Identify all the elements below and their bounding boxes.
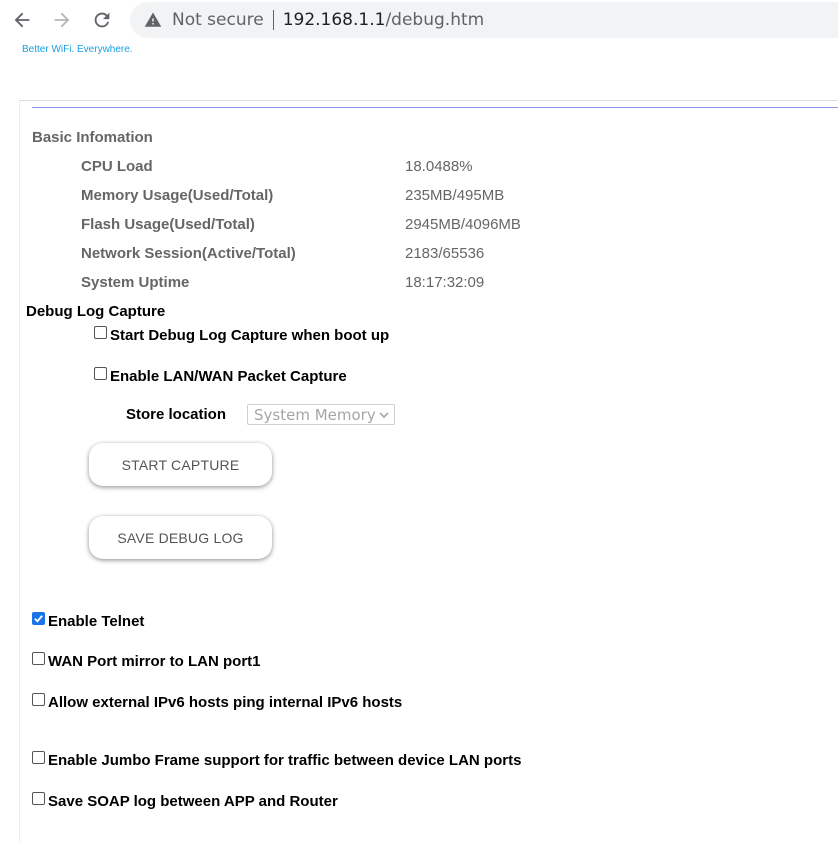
soap-log-option[interactable]: Save SOAP log between APP and Router bbox=[32, 792, 338, 810]
packet-capture-label: Enable LAN/WAN Packet Capture bbox=[110, 368, 347, 385]
address-bar[interactable]: Not secure 192.168.1.1/debug.htm bbox=[130, 2, 838, 38]
wan-port-mirror-checkbox[interactable] bbox=[32, 652, 45, 665]
enable-telnet-option[interactable]: Enable Telnet bbox=[32, 612, 145, 630]
back-button[interactable] bbox=[8, 6, 36, 34]
frame-border bbox=[19, 100, 20, 842]
memory-usage-label: Memory Usage(Used/Total) bbox=[81, 187, 274, 204]
soap-log-checkbox[interactable] bbox=[32, 792, 45, 805]
check-icon bbox=[34, 615, 43, 623]
jumbo-frame-option[interactable]: Enable Jumbo Frame support for traffic b… bbox=[32, 751, 522, 769]
packet-capture-option[interactable]: Enable LAN/WAN Packet Capture bbox=[94, 367, 347, 385]
header-divider bbox=[32, 107, 838, 108]
cpu-load-value: 18.0488% bbox=[405, 158, 473, 175]
brand-tagline: Better WiFi. Everywhere. bbox=[22, 44, 133, 55]
arrow-right-icon bbox=[54, 12, 70, 28]
store-location-label: Store location bbox=[126, 406, 227, 423]
ipv6-ping-option[interactable]: Allow external IPv6 hosts ping internal … bbox=[32, 693, 403, 711]
reload-button[interactable] bbox=[88, 6, 116, 34]
store-location-value: System Memory bbox=[254, 405, 376, 424]
network-session-label: Network Session(Active/Total) bbox=[81, 245, 296, 262]
url-host: 192.168.1.1 bbox=[282, 10, 386, 30]
arrow-left-icon bbox=[14, 12, 30, 28]
system-uptime-value: 18:17:32:09 bbox=[405, 274, 485, 291]
cpu-load-label: CPU Load bbox=[81, 158, 153, 175]
start-capture-button[interactable]: START CAPTURE bbox=[89, 443, 272, 486]
store-location-select[interactable]: System Memory bbox=[247, 404, 395, 425]
flash-usage-label: Flash Usage(Used/Total) bbox=[81, 216, 255, 233]
jumbo-frame-label: Enable Jumbo Frame support for traffic b… bbox=[48, 752, 522, 769]
security-status[interactable]: Not secure bbox=[172, 10, 264, 30]
wan-port-mirror-option[interactable]: WAN Port mirror to LAN port1 bbox=[32, 652, 261, 670]
packet-capture-checkbox[interactable] bbox=[94, 367, 107, 380]
debug-log-capture-title: Debug Log Capture bbox=[26, 303, 166, 320]
ipv6-ping-checkbox[interactable] bbox=[32, 693, 45, 706]
enable-telnet-checkbox[interactable] bbox=[32, 612, 45, 625]
system-uptime-label: System Uptime bbox=[81, 274, 190, 291]
enable-telnet-label: Enable Telnet bbox=[48, 613, 145, 630]
address-separator bbox=[272, 10, 274, 30]
jumbo-frame-checkbox[interactable] bbox=[32, 751, 45, 764]
forward-button[interactable] bbox=[48, 6, 76, 34]
wan-port-mirror-label: WAN Port mirror to LAN port1 bbox=[48, 653, 261, 670]
reload-icon bbox=[94, 12, 110, 28]
start-debug-on-boot-option[interactable]: Start Debug Log Capture when boot up bbox=[94, 326, 390, 344]
url-path: /debug.htm bbox=[385, 10, 485, 30]
basic-info-title: Basic Infomation bbox=[32, 129, 153, 146]
frame-top-divider bbox=[19, 100, 838, 101]
start-debug-on-boot-label: Start Debug Log Capture when boot up bbox=[110, 327, 390, 344]
save-debug-log-button[interactable]: SAVE DEBUG LOG bbox=[89, 516, 272, 559]
ipv6-ping-label: Allow external IPv6 hosts ping internal … bbox=[48, 694, 403, 711]
memory-usage-value: 235MB/495MB bbox=[405, 187, 505, 204]
network-session-value: 2183/65536 bbox=[405, 245, 485, 262]
browser-toolbar: Not secure 192.168.1.1/debug.htm bbox=[0, 0, 838, 40]
start-debug-on-boot-checkbox[interactable] bbox=[94, 326, 107, 339]
warning-icon bbox=[144, 11, 162, 29]
chevron-down-icon bbox=[379, 411, 389, 418]
soap-log-label: Save SOAP log between APP and Router bbox=[48, 793, 338, 810]
flash-usage-value: 2945MB/4096MB bbox=[405, 216, 521, 233]
